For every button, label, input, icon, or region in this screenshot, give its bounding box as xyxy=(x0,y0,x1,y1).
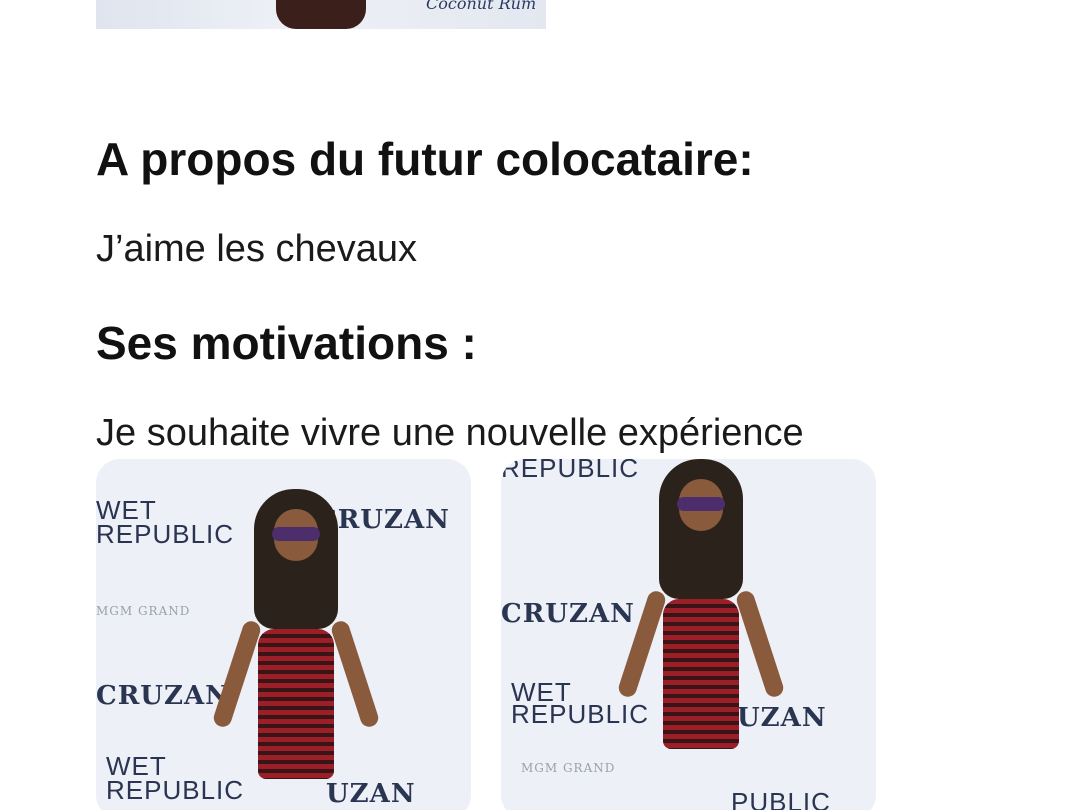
person-figure xyxy=(211,469,381,810)
backdrop-logo: REPUBLIC xyxy=(511,699,650,729)
gallery-photo-1[interactable]: WET REPUBLIC CRUZAN MGM GRAND CRUZAN WET… xyxy=(96,459,471,810)
backdrop-logo: MGM GRAND xyxy=(521,761,616,775)
about-roommate-heading: A propos du futur colocataire: xyxy=(96,133,754,185)
person-figure xyxy=(616,459,786,799)
backdrop-logo: REPUBLIC xyxy=(501,459,640,483)
backdrop-logo: CRUZAN xyxy=(96,681,230,711)
brand-watermark: Coconut Rum xyxy=(426,0,537,13)
backdrop-logo: REPUBLIC xyxy=(106,775,245,805)
about-roommate-text: J’aime les chevaux xyxy=(96,228,418,270)
motivations-heading: Ses motivations : xyxy=(96,317,477,369)
motivations-text: Je souhaite vivre une nouvelle expérienc… xyxy=(96,412,804,454)
backdrop-logo: MGM GRAND xyxy=(96,604,191,618)
profile-photo-top[interactable]: Coconut Rum xyxy=(96,0,546,29)
backdrop-logo: REPUBLIC xyxy=(96,519,235,549)
backdrop-logo: CRUZAN xyxy=(501,599,635,629)
person-figure xyxy=(276,0,366,29)
profile-page: Coconut Rum A propos du futur colocatair… xyxy=(0,0,1080,810)
gallery-photo-2[interactable]: REPUBLIC CRUZAN WET REPUBLIC UZAN MGM GR… xyxy=(501,459,876,810)
